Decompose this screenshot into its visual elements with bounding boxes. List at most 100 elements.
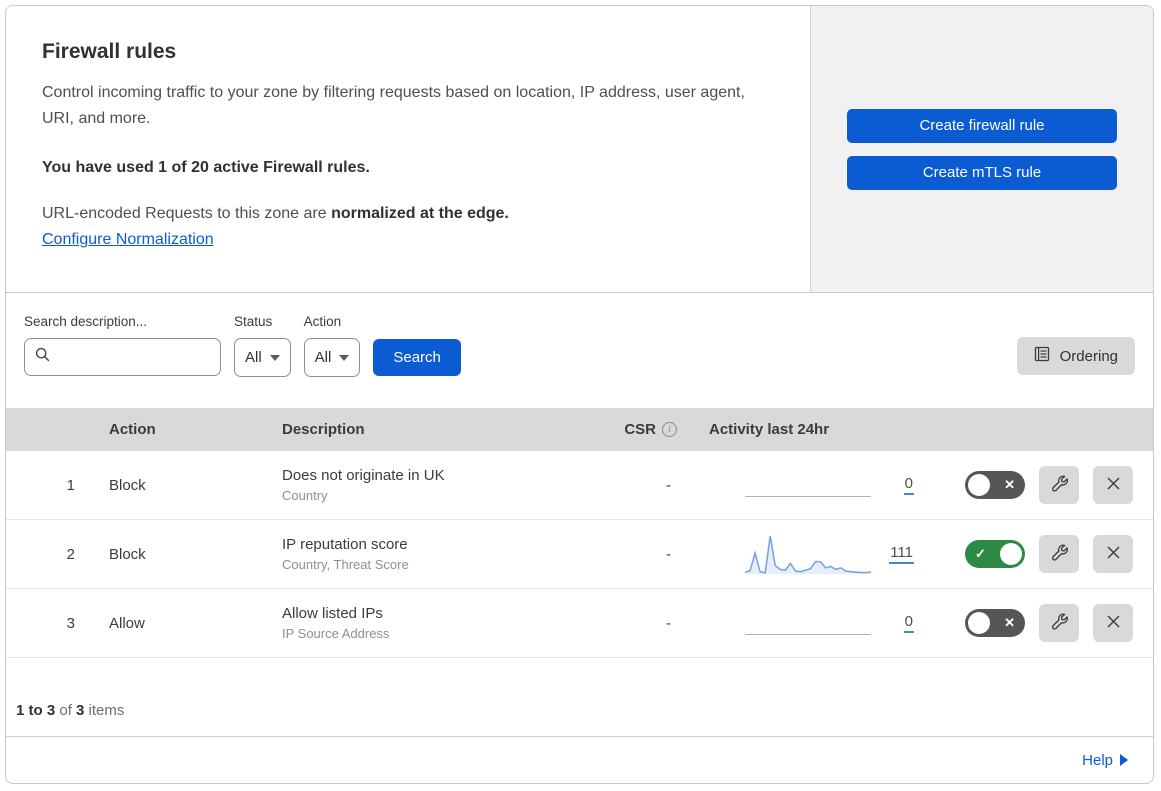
usage-notice: You have used 1 of 20 active Firewall ru…	[42, 158, 370, 176]
rule-description: IP reputation score	[282, 536, 408, 553]
rule-controls: ✕	[951, 466, 1153, 504]
rule-criteria: IP Source Address	[282, 626, 390, 641]
delete-rule-button[interactable]	[1093, 604, 1133, 642]
delete-rule-button[interactable]	[1093, 466, 1133, 504]
toggle-knob	[1000, 543, 1022, 565]
activity-count-link[interactable]: 0	[903, 613, 914, 633]
rule-controls: ✕	[951, 604, 1153, 642]
toggle-knob	[968, 612, 990, 634]
search-input-wrapper[interactable]	[24, 338, 221, 376]
activity-sparkline	[745, 601, 875, 645]
rule-activity-cell: 0	[701, 463, 951, 507]
status-filter-group: Status All	[234, 314, 291, 377]
search-icon	[35, 347, 50, 367]
chevron-down-icon	[339, 354, 350, 361]
search-button[interactable]: Search	[373, 339, 461, 376]
filter-bar: Search description... Status All Action …	[6, 293, 1153, 408]
rule-action: Block	[109, 545, 146, 563]
actions-panel: Create firewall rule Create mTLS rule	[810, 6, 1153, 292]
create-mtls-rule-button[interactable]: Create mTLS rule	[847, 155, 1117, 190]
enable-toggle[interactable]: ✕	[965, 609, 1025, 637]
table-row: 1 Block Does not originate in UK Country…	[6, 451, 1153, 520]
pagination-text: 1 to 3 of 3 items	[16, 702, 124, 719]
page-description: Control incoming traffic to your zone by…	[42, 84, 745, 127]
rule-description-cell: Does not originate in UK Country	[266, 467, 596, 503]
rule-number: 2	[66, 545, 75, 563]
activity-count-link[interactable]: 0	[903, 475, 914, 495]
header-section: Firewall rules Control incoming traffic …	[6, 6, 1153, 293]
edit-rule-button[interactable]	[1039, 604, 1079, 642]
pagination-of: of	[55, 702, 77, 719]
wrench-icon	[1051, 475, 1068, 495]
rule-activity-cell: 0	[701, 601, 951, 645]
action-filter-group: Action All	[303, 314, 361, 377]
toggle-knob	[968, 474, 990, 496]
toggle-state-icon: ✓	[975, 546, 986, 562]
chevron-down-icon	[269, 354, 280, 361]
arrow-right-icon	[1120, 754, 1128, 766]
edit-rule-button[interactable]	[1039, 535, 1079, 573]
edit-rule-button[interactable]	[1039, 466, 1079, 504]
enable-toggle[interactable]: ✓	[965, 540, 1025, 568]
help-bar: Help	[6, 737, 1153, 783]
create-firewall-rule-button[interactable]: Create firewall rule	[847, 108, 1117, 143]
column-csr: CSR i	[596, 421, 701, 438]
pagination-range: 1 to 3	[16, 702, 56, 719]
rule-description: Allow listed IPs	[282, 605, 383, 622]
configure-normalization-link[interactable]: Configure Normalization	[42, 231, 214, 248]
action-dropdown[interactable]: All	[303, 338, 361, 377]
search-input[interactable]	[56, 349, 210, 365]
column-csr-label: CSR	[624, 421, 656, 438]
column-action: Action	[109, 421, 156, 438]
normalization-notice: URL-encoded Requests to this zone are no…	[42, 205, 770, 223]
column-activity: Activity last 24hr	[709, 421, 830, 438]
rule-description-cell: Allow listed IPs IP Source Address	[266, 605, 596, 641]
rule-criteria: Country	[282, 488, 328, 503]
table-row: 3 Allow Allow listed IPs IP Source Addre…	[6, 589, 1153, 658]
wrench-icon	[1051, 544, 1068, 564]
rule-criteria: Country, Threat Score	[282, 557, 409, 572]
rule-number: 3	[66, 614, 75, 632]
action-dropdown-value: All	[314, 349, 332, 366]
pagination-footer: 1 to 3 of 3 items	[6, 658, 1153, 737]
help-link[interactable]: Help	[1082, 752, 1128, 769]
list-document-icon	[1034, 346, 1050, 366]
normalization-prefix: URL-encoded Requests to this zone are	[42, 204, 332, 222]
toggle-state-icon: ✕	[1004, 615, 1015, 631]
rule-csr: -	[666, 545, 671, 563]
delete-rule-button[interactable]	[1093, 535, 1133, 573]
page-title: Firewall rules	[42, 40, 177, 63]
action-label: Action	[303, 314, 342, 329]
rule-number: 1	[66, 476, 75, 494]
rule-controls: ✓	[951, 535, 1153, 573]
wrench-icon	[1051, 613, 1068, 633]
rule-description: Does not originate in UK	[282, 467, 445, 484]
column-description: Description	[282, 421, 365, 438]
normalization-bold: normalized at the edge.	[331, 204, 509, 222]
activity-sparkline	[744, 532, 875, 576]
help-link-label: Help	[1082, 751, 1113, 769]
search-label: Search description...	[24, 314, 148, 329]
activity-sparkline	[745, 463, 875, 507]
rule-csr: -	[666, 614, 671, 632]
status-label: Status	[234, 314, 273, 329]
toggle-state-icon: ✕	[1004, 477, 1015, 493]
header-text-block: Firewall rules Control incoming traffic …	[6, 6, 810, 292]
table-header: Action Description CSR i Activity last 2…	[6, 408, 1153, 451]
close-icon	[1106, 476, 1121, 494]
close-icon	[1106, 545, 1121, 563]
rule-csr: -	[666, 476, 671, 494]
status-dropdown-value: All	[245, 349, 262, 366]
activity-count-link[interactable]: 111	[889, 544, 914, 564]
ordering-button-label: Ordering	[1059, 347, 1118, 365]
pagination-items: items	[84, 702, 125, 719]
info-icon[interactable]: i	[662, 422, 677, 437]
rule-action: Block	[109, 476, 146, 494]
status-dropdown[interactable]: All	[234, 338, 291, 377]
ordering-button[interactable]: Ordering	[1016, 337, 1135, 375]
rule-action: Allow	[109, 614, 145, 632]
close-icon	[1106, 614, 1121, 632]
table-row: 2 Block IP reputation score Country, Thr…	[6, 520, 1153, 589]
search-group: Search description...	[24, 314, 221, 376]
enable-toggle[interactable]: ✕	[965, 471, 1025, 499]
